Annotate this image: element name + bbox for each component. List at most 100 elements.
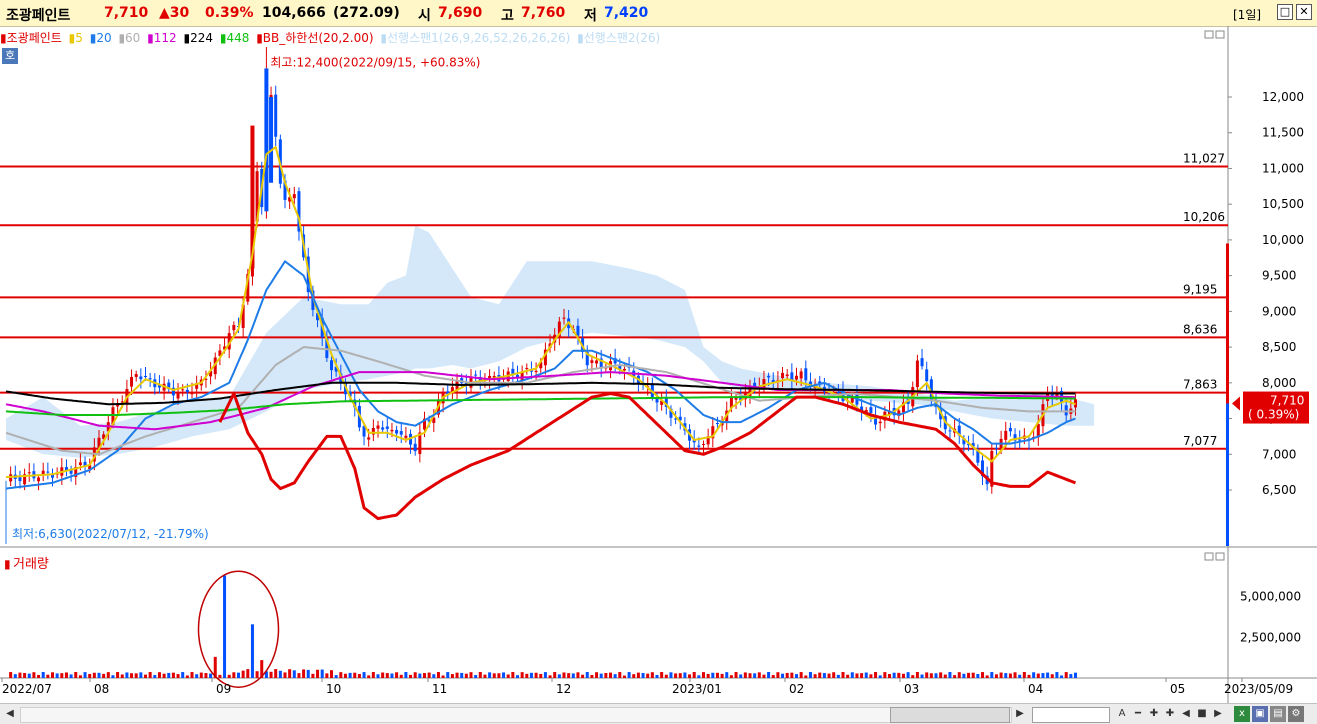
- period-selector[interactable]: [1일]: [1233, 6, 1261, 23]
- minus-icon[interactable]: ━: [1130, 706, 1146, 722]
- volume-bar: [111, 675, 115, 678]
- volume-bar: [497, 673, 501, 678]
- volume-bar: [822, 673, 826, 678]
- volume-bar: [762, 674, 766, 678]
- volume-bar: [925, 672, 929, 678]
- volume-bar: [474, 675, 478, 678]
- candle-body: [702, 443, 705, 445]
- volume-bar: [450, 674, 454, 678]
- volume-bar: [167, 672, 171, 678]
- candle-body: [1008, 427, 1012, 432]
- volume-bar: [153, 675, 157, 678]
- volume-bar: [60, 673, 64, 678]
- candle-body: [799, 371, 803, 379]
- candle-body: [994, 447, 998, 449]
- volume-bar: [892, 672, 896, 678]
- volume-bar: [692, 672, 696, 678]
- volume-bar: [818, 672, 822, 678]
- settings-icon[interactable]: ⚙: [1288, 706, 1304, 722]
- stop-icon[interactable]: ■: [1194, 706, 1210, 722]
- title-bar: 조광페인트 7,710 ▲30 0.39% 104,666 (272.09) 시…: [0, 0, 1317, 27]
- volume-tick-label: 5,000,000: [1240, 590, 1301, 604]
- candle-body-peak: [264, 68, 269, 212]
- volume-bar: [562, 672, 566, 678]
- level-label-5: 7,077: [1183, 434, 1217, 448]
- excel-icon[interactable]: x: [1234, 706, 1250, 722]
- volume-bar: [678, 673, 682, 678]
- scroll-track[interactable]: [20, 707, 1012, 723]
- price-chart[interactable]: 11,027 10,206 9,195 8,636 7,863 7,077 12,000 11…: [0, 26, 1317, 703]
- volume-bar: [144, 674, 147, 678]
- panel-max-icon: [1215, 30, 1225, 39]
- volume-bar: [781, 673, 785, 678]
- volume-bar: [790, 672, 794, 678]
- volume-bar: [381, 672, 385, 678]
- print-icon[interactable]: ▤: [1270, 706, 1286, 722]
- candle-body: [925, 369, 929, 382]
- volume-bar: [776, 672, 780, 678]
- scroll-thumb[interactable]: [890, 707, 1010, 723]
- candle-body: [330, 360, 333, 371]
- volume-bar: [357, 674, 361, 678]
- next-icon[interactable]: ▶: [1210, 706, 1226, 722]
- x-tick-label: 02: [789, 682, 804, 696]
- maximize-icon[interactable]: □: [1277, 4, 1293, 20]
- candle-body: [534, 370, 538, 373]
- plus-icon[interactable]: ✚: [1146, 706, 1162, 722]
- volume-bar: [971, 672, 975, 678]
- volume-bar: [832, 672, 836, 678]
- candle-body: [790, 372, 794, 380]
- close-icon[interactable]: ✕: [1296, 4, 1312, 20]
- volume-bar: [953, 675, 957, 678]
- open-label: 시: [418, 8, 431, 24]
- volume-bar: [581, 674, 585, 678]
- x-tick-label: 12: [556, 682, 571, 696]
- volume-bar: [409, 674, 413, 678]
- volume-bar: [725, 672, 729, 678]
- volume-bar: [157, 672, 161, 678]
- candle-body: [292, 194, 296, 199]
- candle-body: [920, 358, 924, 367]
- volume-bar: [976, 674, 980, 678]
- chart-scrollbar[interactable]: ◀ ▶ A ━ ✚ ✚ ◀ ■ ▶ x ▣ ▤ ⚙: [0, 703, 1317, 724]
- volume-legend-mark: ▮: [4, 557, 11, 571]
- volume-bar: [827, 673, 831, 678]
- range-bar-down: [1226, 403, 1229, 546]
- volume-bar: [18, 672, 22, 678]
- x-tick-label: 2023/01: [672, 682, 722, 696]
- volume-bar: [278, 670, 282, 678]
- volume-bar: [688, 674, 692, 678]
- volume-bar: [836, 674, 840, 678]
- candle-body: [413, 443, 417, 452]
- volume-bar: [888, 673, 891, 678]
- text-tool-icon[interactable]: A: [1114, 706, 1130, 722]
- scroll-right-icon[interactable]: ▶: [1012, 706, 1028, 722]
- volume-ratio: (272.09): [333, 5, 400, 21]
- volume-bar: [139, 672, 143, 678]
- level-label-0: 11,027: [1183, 152, 1225, 166]
- volume-bar: [97, 672, 101, 678]
- volume-bar: [646, 673, 650, 678]
- open-value: 7,690: [438, 5, 483, 21]
- crosshair-icon[interactable]: ✚: [1162, 706, 1178, 722]
- candle-body: [869, 407, 873, 413]
- volume-bar: [232, 672, 236, 678]
- volume-bar: [795, 674, 798, 678]
- volume-bar: [241, 670, 245, 678]
- volume-bar: [599, 673, 603, 678]
- volume-bar: [543, 672, 547, 678]
- volume-bar: [539, 673, 543, 678]
- x-tick-label: 09: [216, 682, 231, 696]
- scroll-left-icon[interactable]: ◀: [2, 706, 18, 722]
- volume-bar: [869, 674, 873, 678]
- volume-bar: [901, 673, 905, 678]
- zoom-slider[interactable]: [1032, 707, 1110, 723]
- candle-body: [697, 445, 701, 447]
- save-icon[interactable]: ▣: [1252, 706, 1268, 722]
- candle-body: [139, 376, 143, 380]
- volume-bar: [348, 672, 352, 678]
- volume-bar: [808, 672, 812, 678]
- prev-icon[interactable]: ◀: [1178, 706, 1194, 722]
- volume-bar: [804, 675, 808, 678]
- volume-bar: [576, 672, 580, 678]
